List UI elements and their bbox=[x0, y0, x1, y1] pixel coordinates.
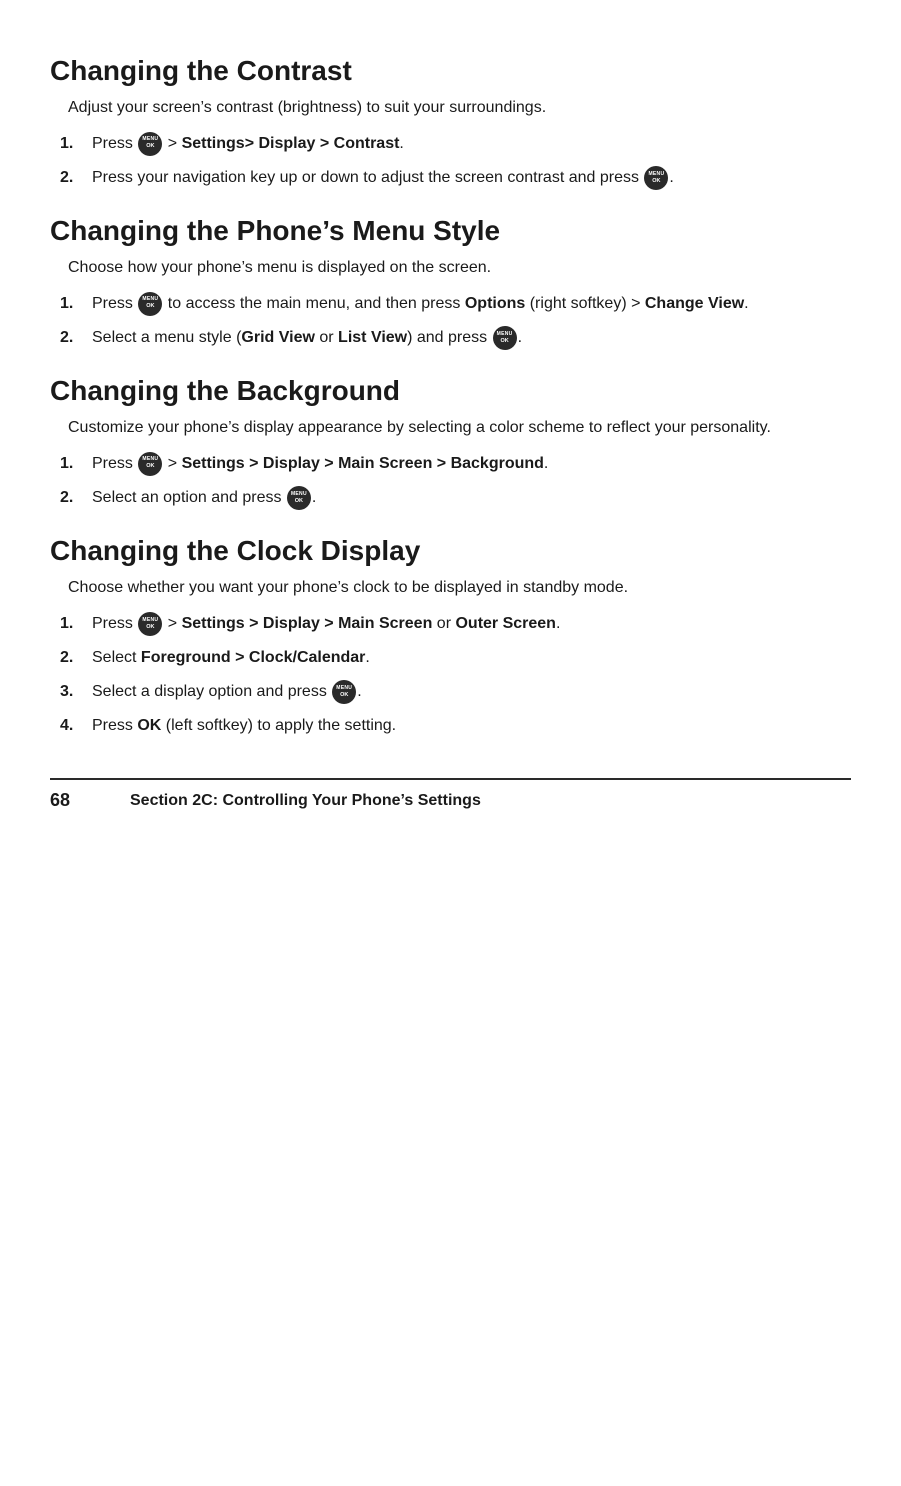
menu-ok-icon: MENUOK bbox=[287, 486, 311, 510]
step-number: 1. bbox=[60, 612, 92, 636]
menu-ok-icon: MENUOK bbox=[138, 292, 162, 316]
footer-page-number: 68 bbox=[50, 790, 100, 811]
menu-ok-icon: MENUOK bbox=[644, 166, 668, 190]
step-number: 2. bbox=[60, 486, 92, 510]
intro-background: Customize your phone’s display appearanc… bbox=[68, 416, 851, 440]
heading-clock-display: Changing the Clock Display bbox=[50, 534, 851, 568]
step-text: Press MENUOK to access the main menu, an… bbox=[92, 292, 851, 316]
step-text: Select a menu style (Grid View or List V… bbox=[92, 326, 851, 350]
menu-ok-icon: MENUOK bbox=[138, 612, 162, 636]
step-text: Press your navigation key up or down to … bbox=[92, 166, 851, 190]
step-number: 1. bbox=[60, 452, 92, 476]
step-item: 4.Press OK (left softkey) to apply the s… bbox=[60, 714, 851, 738]
menu-ok-icon: MENUOK bbox=[332, 680, 356, 704]
heading-menu-style: Changing the Phone’s Menu Style bbox=[50, 214, 851, 248]
step-item: 3.Select a display option and press MENU… bbox=[60, 680, 851, 704]
intro-contrast: Adjust your screen’s contrast (brightnes… bbox=[68, 96, 851, 120]
heading-background: Changing the Background bbox=[50, 374, 851, 408]
page-footer: 68 Section 2C: Controlling Your Phone’s S… bbox=[50, 778, 851, 811]
steps-contrast: 1.Press MENUOK > Settings> Display > Con… bbox=[60, 132, 851, 190]
step-item: 1.Press MENUOK > Settings > Display > Ma… bbox=[60, 612, 851, 636]
intro-clock-display: Choose whether you want your phone’s clo… bbox=[68, 576, 851, 600]
step-text: Press MENUOK > Settings> Display > Contr… bbox=[92, 132, 851, 156]
steps-background: 1.Press MENUOK > Settings > Display > Ma… bbox=[60, 452, 851, 510]
step-number: 1. bbox=[60, 132, 92, 156]
step-text: Select an option and press MENUOK. bbox=[92, 486, 851, 510]
step-text: Press MENUOK > Settings > Display > Main… bbox=[92, 612, 851, 636]
step-item: 1.Press MENUOK > Settings> Display > Con… bbox=[60, 132, 851, 156]
step-number: 2. bbox=[60, 166, 92, 190]
footer-section-label: Section 2C: Controlling Your Phone’s Set… bbox=[130, 792, 481, 810]
step-item: 1.Press MENUOK to access the main menu, … bbox=[60, 292, 851, 316]
step-number: 4. bbox=[60, 714, 92, 738]
intro-menu-style: Choose how your phone’s menu is displaye… bbox=[68, 256, 851, 280]
step-text: Select a display option and press MENUOK… bbox=[92, 680, 851, 704]
step-item: 2.Select Foreground > Clock/Calendar. bbox=[60, 646, 851, 670]
steps-menu-style: 1.Press MENUOK to access the main menu, … bbox=[60, 292, 851, 350]
menu-ok-icon: MENUOK bbox=[138, 132, 162, 156]
step-number: 3. bbox=[60, 680, 92, 704]
step-text: Press MENUOK > Settings > Display > Main… bbox=[92, 452, 851, 476]
menu-ok-icon: MENUOK bbox=[138, 452, 162, 476]
step-item: 1.Press MENUOK > Settings > Display > Ma… bbox=[60, 452, 851, 476]
step-item: 2.Select a menu style (Grid View or List… bbox=[60, 326, 851, 350]
step-number: 2. bbox=[60, 646, 92, 670]
heading-contrast: Changing the Contrast bbox=[50, 54, 851, 88]
steps-clock-display: 1.Press MENUOK > Settings > Display > Ma… bbox=[60, 612, 851, 738]
step-number: 2. bbox=[60, 326, 92, 350]
step-text: Select Foreground > Clock/Calendar. bbox=[92, 646, 851, 670]
menu-ok-icon: MENUOK bbox=[493, 326, 517, 350]
step-item: 2.Select an option and press MENUOK. bbox=[60, 486, 851, 510]
step-text: Press OK (left softkey) to apply the set… bbox=[92, 714, 851, 738]
step-item: 2.Press your navigation key up or down t… bbox=[60, 166, 851, 190]
step-number: 1. bbox=[60, 292, 92, 316]
